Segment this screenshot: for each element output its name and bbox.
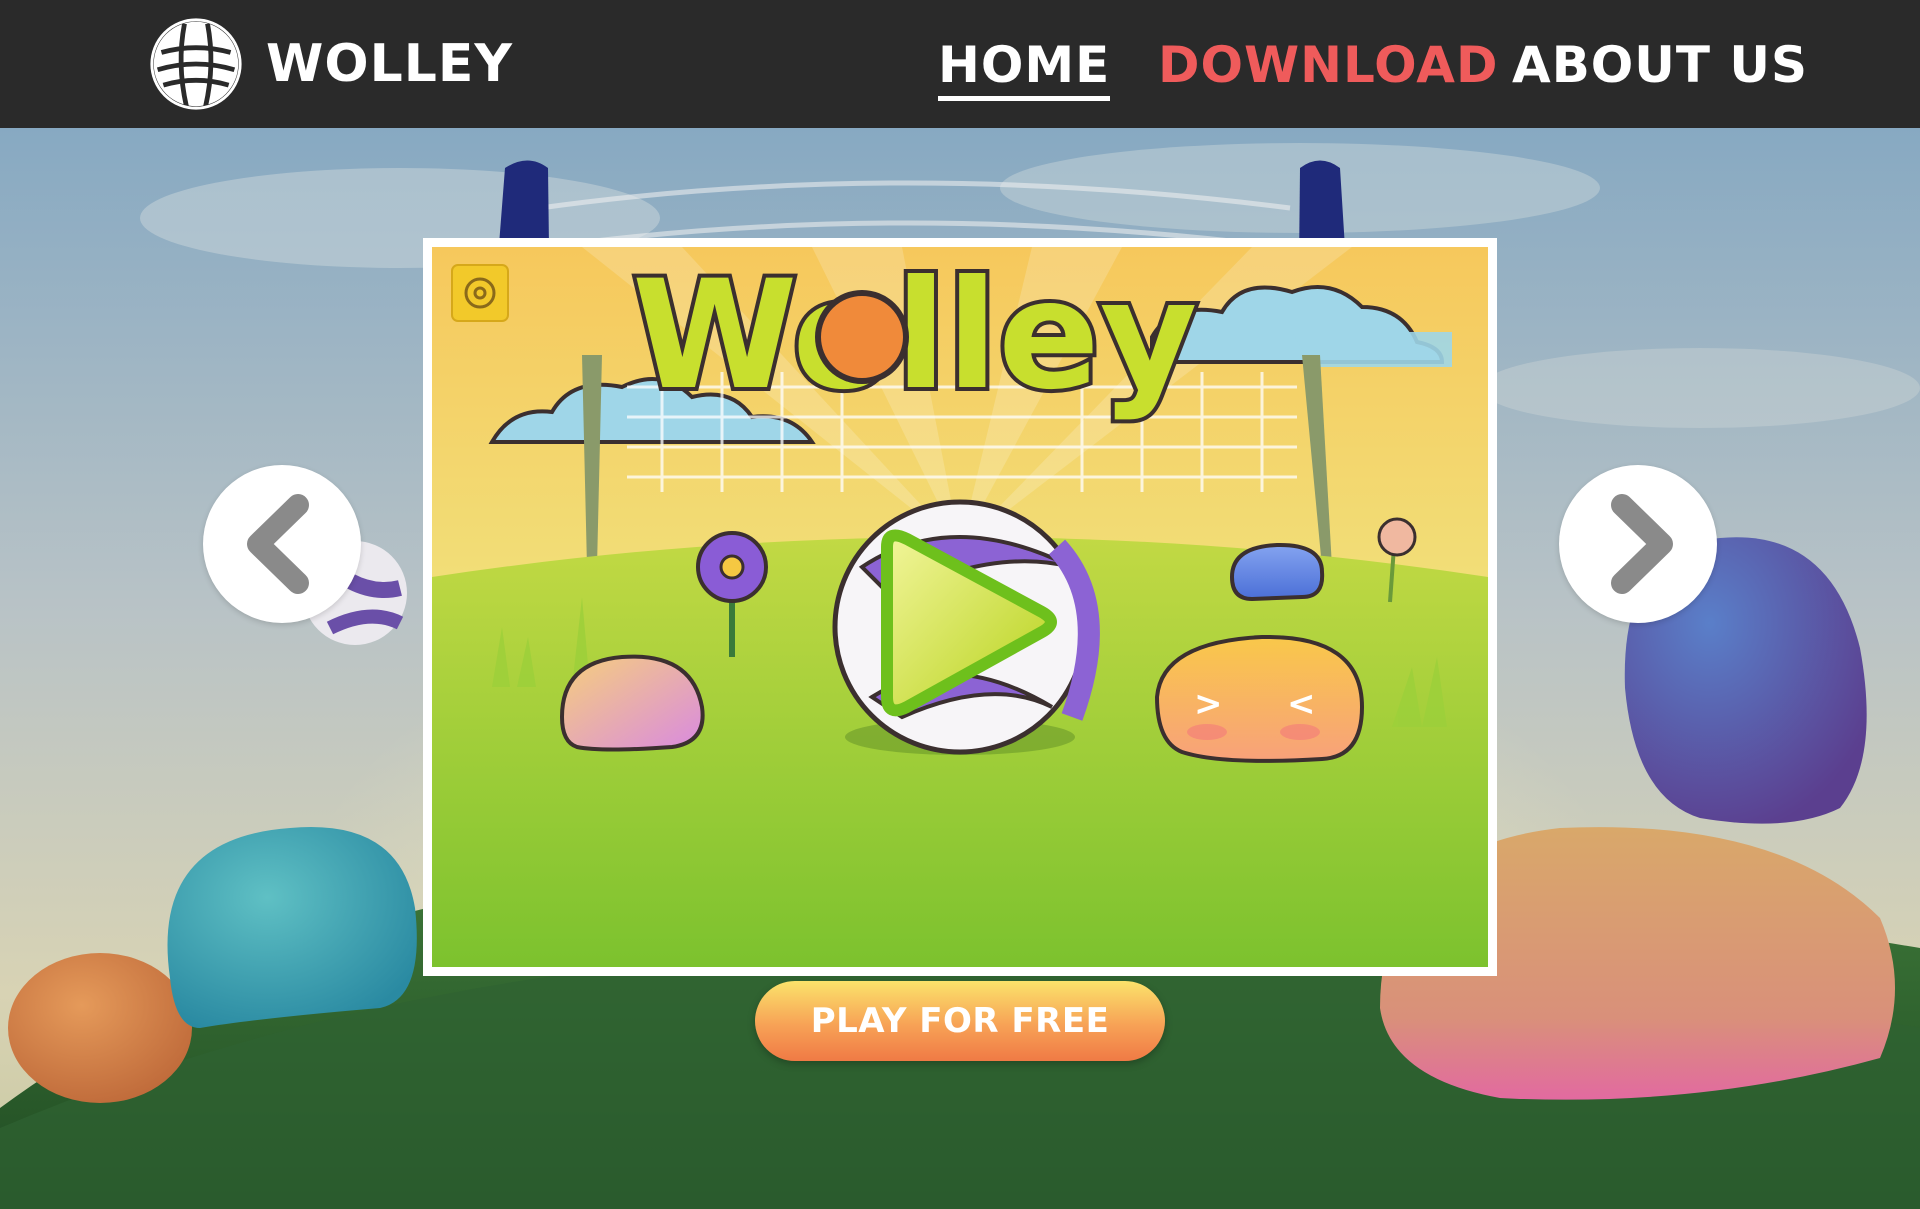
carousel-slide-image[interactable]: Wolley > <	[423, 238, 1497, 976]
main-nav: HOME DOWNLOAD ABOUT US	[0, 36, 1920, 101]
chevron-right-icon	[1611, 494, 1673, 594]
carousel-prev-button[interactable]	[203, 465, 361, 623]
carousel-next-button[interactable]	[1559, 465, 1717, 623]
svg-text:>: >	[1194, 684, 1223, 724]
chevron-left-icon	[247, 494, 309, 594]
site-header: WOLLEY HOME DOWNLOAD ABOUT US	[0, 0, 1920, 128]
game-title-screen: Wolley > <	[432, 247, 1488, 967]
game-logo: Wolley	[628, 247, 1202, 427]
nav-download[interactable]: DOWNLOAD	[1158, 36, 1498, 94]
nav-about-us[interactable]: ABOUT US	[1512, 36, 1808, 94]
nav-home[interactable]: HOME	[938, 36, 1111, 101]
game-logo-text: Wolley	[632, 249, 1198, 423]
play-for-free-button[interactable]: PLAY FOR FREE	[755, 981, 1165, 1061]
gear-icon	[451, 264, 509, 322]
svg-text:<: <	[1287, 684, 1316, 724]
hero-section: Wolley > < PLAY FOR FREE	[0, 128, 1920, 1209]
